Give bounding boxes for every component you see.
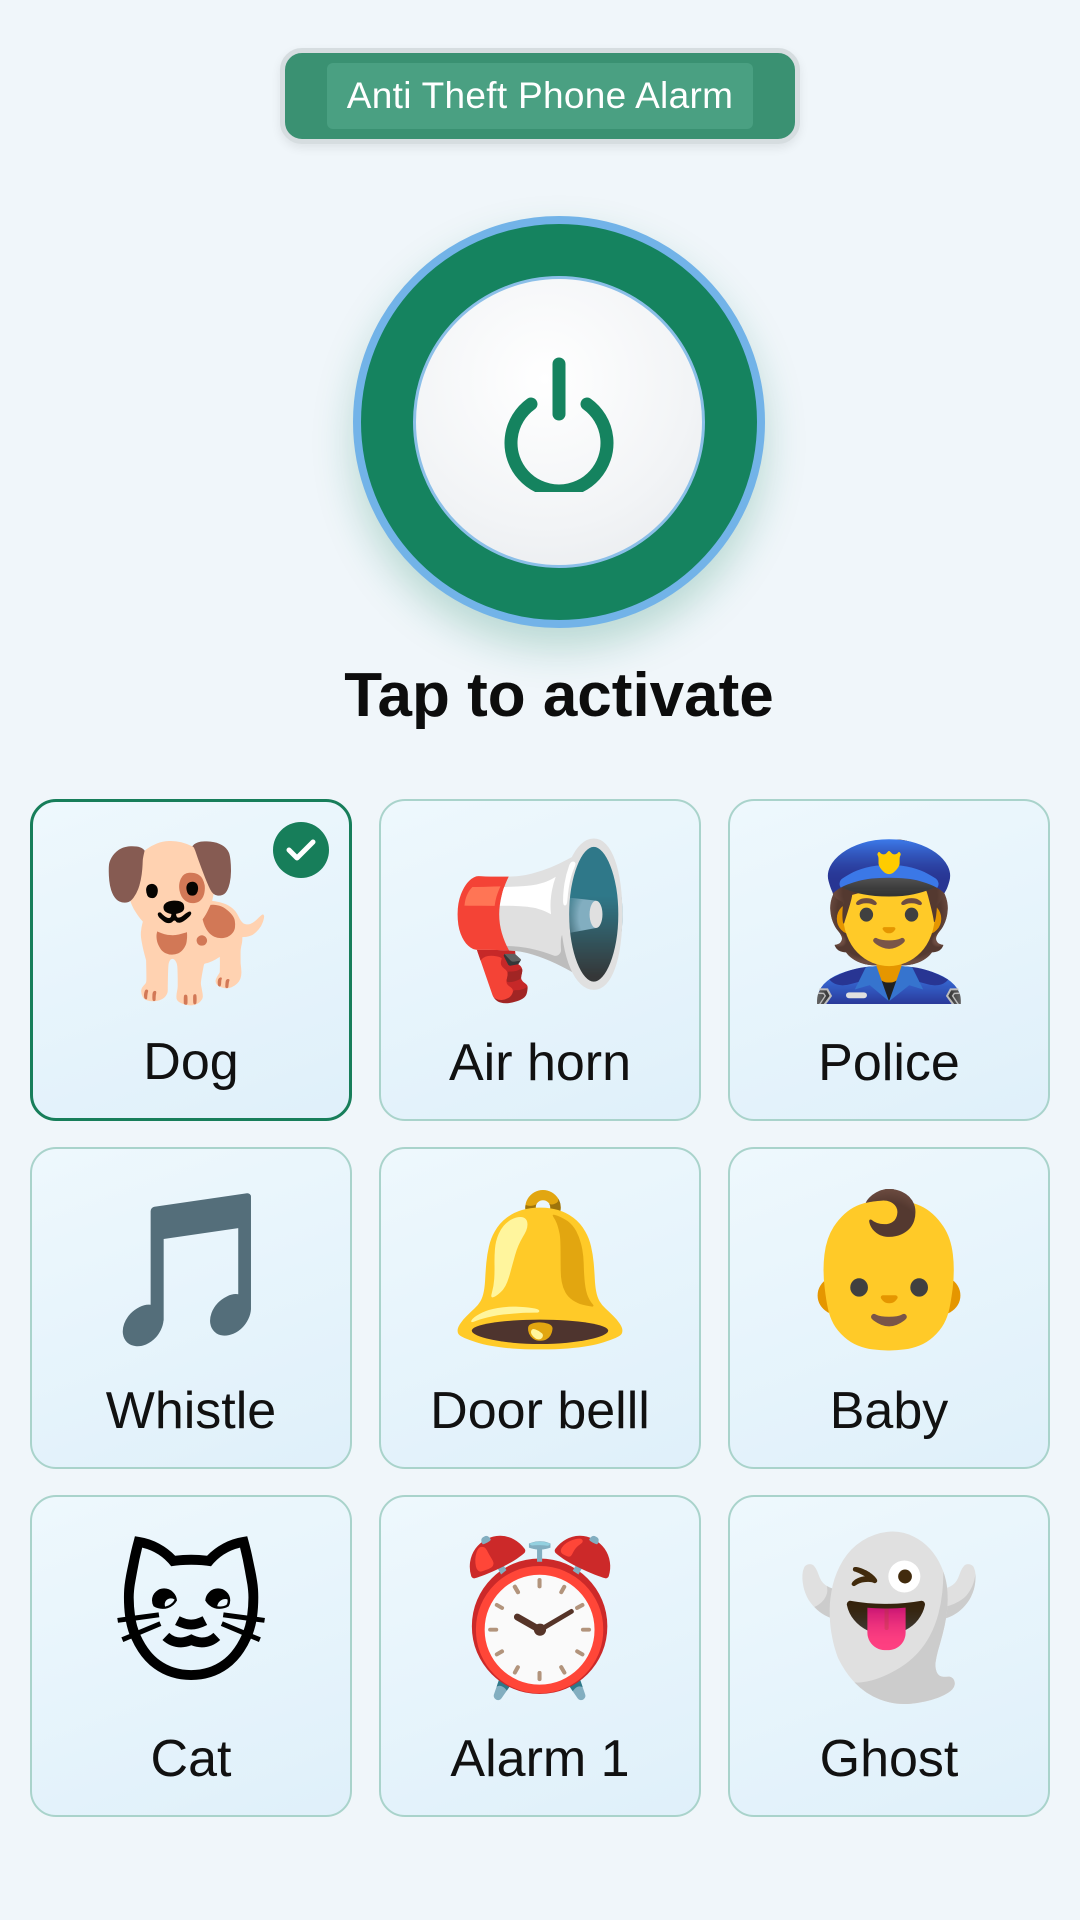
alarm-clock-icon: ⏰ (446, 1533, 634, 1701)
sound-label: Air horn (448, 1034, 632, 1092)
sound-label: Dog (143, 1033, 239, 1091)
sound-label: Whistle (105, 1382, 277, 1440)
ghost-icon: 👻 (795, 1533, 983, 1701)
sound-label: Alarm 1 (450, 1730, 630, 1788)
power-icon (504, 357, 614, 492)
sound-card-police[interactable]: 👮 Police (728, 799, 1050, 1121)
power-button[interactable] (353, 216, 765, 628)
app-title: Anti Theft Phone Alarm (326, 63, 754, 129)
bell-icon: 🔔 (446, 1185, 634, 1353)
sound-card-baby[interactable]: 👶 Baby (728, 1147, 1050, 1469)
sound-card-cat[interactable]: 🐱 Cat (30, 1495, 352, 1817)
sound-card-whistle[interactable]: 🎵 Whistle (30, 1147, 352, 1469)
sound-card-alarm-1[interactable]: ⏰ Alarm 1 (379, 1495, 701, 1817)
sound-grid: 🐕 Dog 📢 Air horn 👮 Police 🎵 Whistle 🔔 Do… (30, 799, 1050, 1819)
sound-label: Baby (829, 1382, 949, 1440)
sound-label: Cat (150, 1730, 232, 1788)
sound-label: Door belll (430, 1382, 650, 1440)
app-title-banner: Anti Theft Phone Alarm (280, 48, 800, 144)
whistle-icon: 🎵 (97, 1185, 285, 1353)
activate-prompt: Tap to activate (344, 661, 774, 730)
sound-card-air-horn[interactable]: 📢 Air horn (379, 799, 701, 1121)
air-horn-icon: 📢 (446, 837, 634, 1005)
sound-card-ghost[interactable]: 👻 Ghost (728, 1495, 1050, 1817)
police-icon: 👮 (795, 837, 983, 1005)
selected-check-icon (273, 822, 329, 878)
sound-card-dog[interactable]: 🐕 Dog (30, 799, 352, 1121)
sound-label: Police (818, 1034, 960, 1092)
baby-icon: 👶 (795, 1185, 983, 1353)
sound-label: Ghost (819, 1730, 959, 1788)
sound-card-door-bell[interactable]: 🔔 Door belll (379, 1147, 701, 1469)
power-button-face[interactable] (413, 276, 705, 568)
cat-icon: 🐱 (112, 1533, 270, 1701)
